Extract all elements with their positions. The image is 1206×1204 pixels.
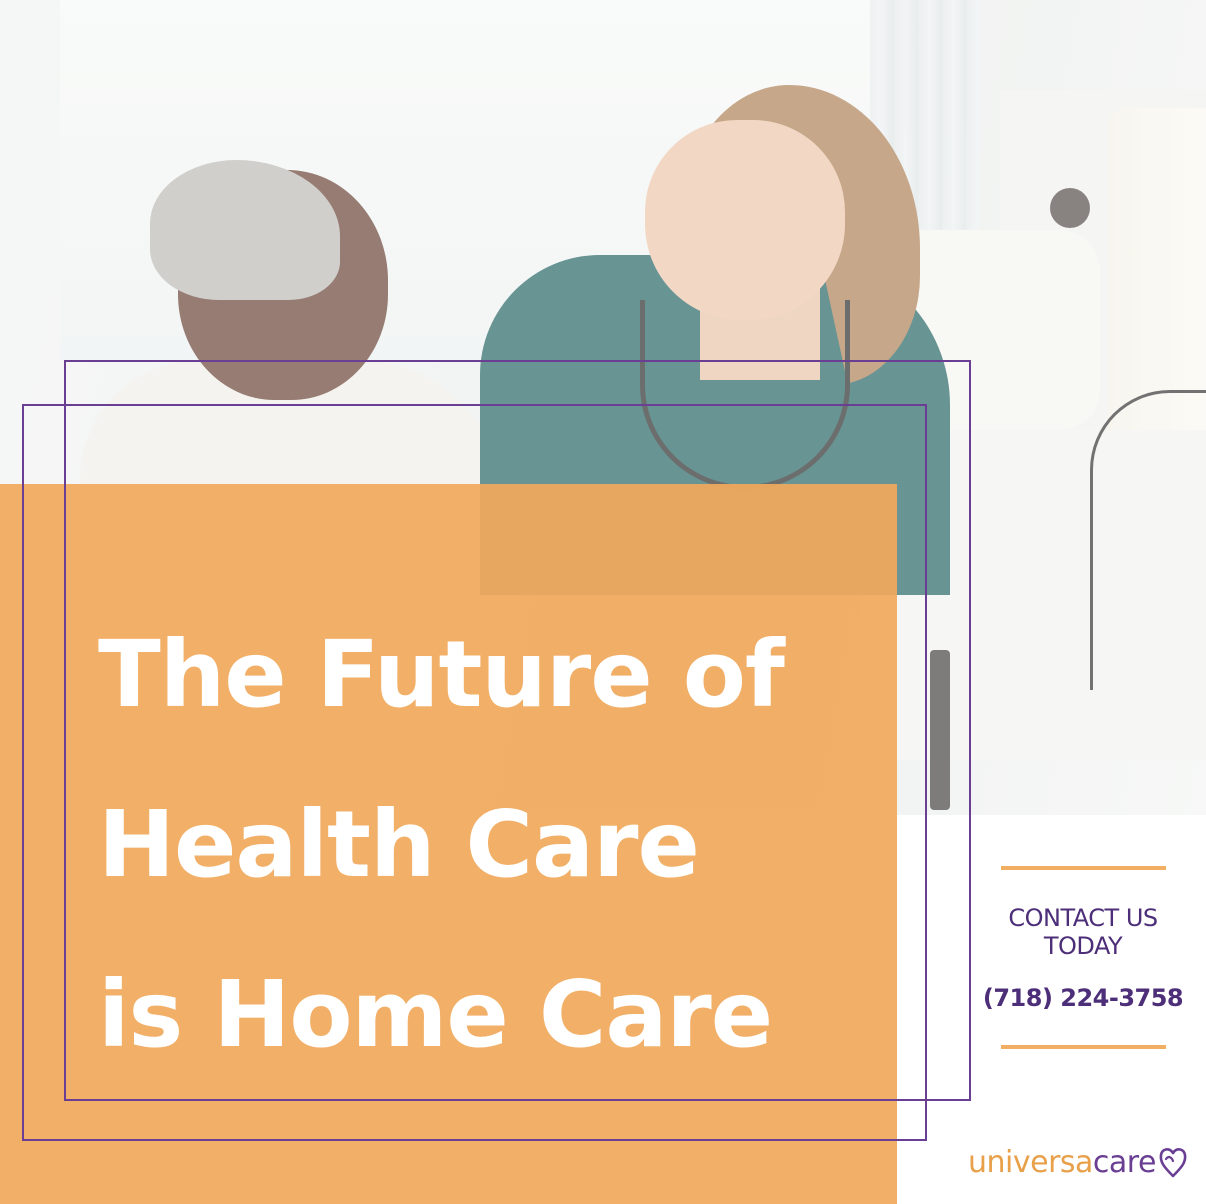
brand-logo: universa care: [968, 1140, 1188, 1184]
heart-outline-icon: [1159, 1148, 1187, 1178]
logo-text-universa: universa: [968, 1144, 1093, 1180]
divider-bottom: [1000, 1045, 1166, 1049]
headline-line-1: The Future of: [98, 621, 785, 728]
headline-line-3: is Home Care: [98, 961, 773, 1068]
headline: The Future of Health Care is Home Care: [98, 590, 858, 1100]
headline-line-2: Health Care: [98, 791, 700, 898]
contact-heading: CONTACT US TODAY: [972, 904, 1194, 960]
contact-block: CONTACT US TODAY (718) 224-3758: [972, 866, 1194, 1049]
divider-top: [1000, 866, 1166, 870]
logo-text-care: care: [1092, 1144, 1157, 1180]
phone-number[interactable]: (718) 224-3758: [972, 984, 1194, 1012]
contact-heading-line-2: TODAY: [1043, 932, 1123, 960]
contact-heading-line-1: CONTACT US: [1008, 904, 1158, 932]
